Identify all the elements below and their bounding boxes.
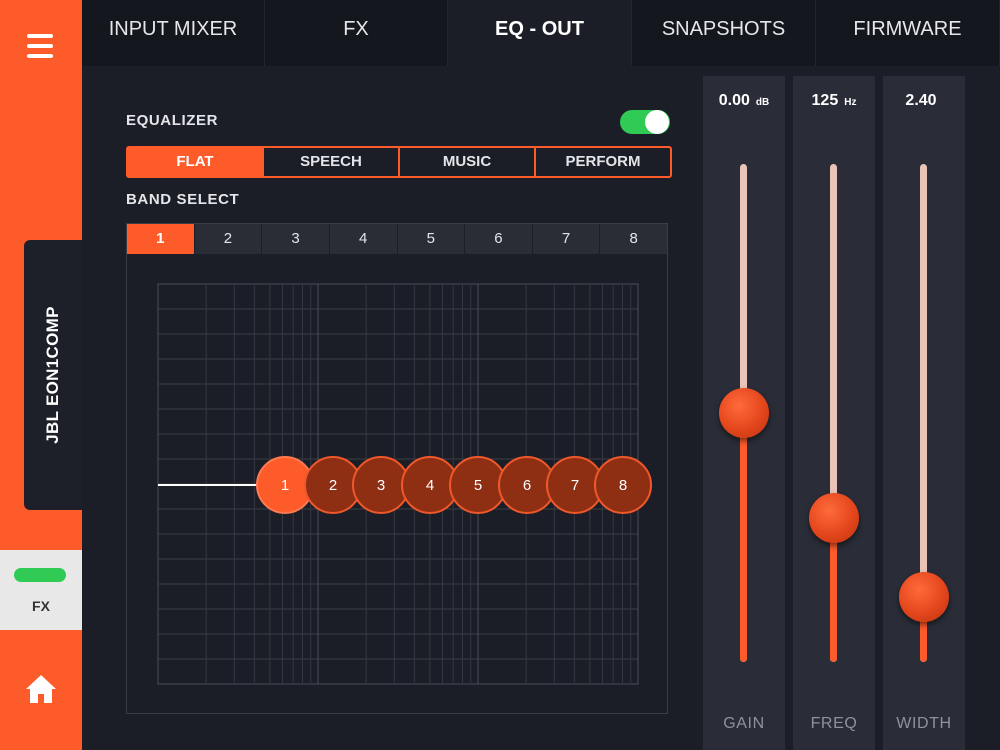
preset-music[interactable]: MUSIC — [398, 148, 534, 176]
tab-firmware[interactable]: FIRMWARE — [816, 0, 1000, 66]
device-tab[interactable]: JBL EON1COMP — [24, 240, 82, 510]
tab-eq-out[interactable]: EQ - OUT — [448, 0, 632, 66]
width-label: WIDTH — [896, 715, 952, 732]
band-button-3[interactable]: 3 — [261, 224, 329, 254]
freq-unit: Hz — [844, 97, 857, 108]
gain-value: 0.00 — [718, 92, 750, 109]
band-select-title: BAND SELECT — [126, 191, 240, 208]
tab-snapshots[interactable]: SNAPSHOTS — [632, 0, 816, 66]
band-button-6[interactable]: 6 — [464, 224, 532, 254]
gain-slider-panel: 0.00 dB GAIN — [703, 76, 785, 750]
width-slider-panel: 2.40 WIDTH — [883, 76, 965, 750]
band-button-1[interactable]: 1 — [127, 224, 194, 254]
eq-response-graph[interactable]: 1 2 3 4 5 6 7 8 — [127, 254, 667, 713]
width-slider-knob[interactable] — [899, 572, 949, 623]
fx-toggle-button[interactable]: FX — [0, 550, 82, 630]
hamburger-icon[interactable] — [22, 28, 58, 64]
eq-node-label: 2 — [329, 477, 337, 494]
preset-perform[interactable]: PERFORM — [534, 148, 670, 176]
eq-graph-panel: 1 2 3 4 5 6 7 8 1 2 3 4 5 6 7 8 — [126, 223, 668, 714]
width-value: 2.40 — [905, 92, 937, 109]
top-tab-bar: INPUT MIXER FX EQ - OUT SNAPSHOTS FIRMWA… — [82, 0, 1000, 66]
gain-unit: dB — [755, 97, 770, 108]
gain-label: GAIN — [723, 715, 765, 732]
eq-node-label: 7 — [571, 477, 579, 494]
gain-slider-knob[interactable] — [719, 388, 769, 438]
eq-node-label: 8 — [619, 477, 627, 494]
freq-value-readout: 125 Hz — [793, 92, 875, 110]
device-name: JBL EON1COMP — [43, 306, 62, 444]
eq-node-label: 3 — [377, 477, 385, 494]
preset-speech[interactable]: SPEECH — [262, 148, 398, 176]
gain-slider-fill — [740, 413, 747, 662]
band-button-7[interactable]: 7 — [531, 224, 600, 254]
band-button-2[interactable]: 2 — [193, 224, 262, 254]
freq-slider-knob[interactable] — [809, 492, 859, 543]
freq-slider-track[interactable] — [830, 164, 837, 662]
preset-flat[interactable]: FLAT — [128, 148, 262, 176]
fx-button-label: FX — [32, 598, 50, 614]
band-button-4[interactable]: 4 — [328, 224, 397, 254]
sidebar: JBL EON1COMP FX — [0, 0, 82, 750]
eq-node-label: 6 — [523, 477, 531, 494]
fx-status-led — [14, 568, 66, 582]
band-button-8[interactable]: 8 — [599, 224, 667, 254]
gain-value-readout: 0.00 dB — [703, 92, 785, 110]
eq-node-8[interactable]: 8 — [594, 456, 652, 514]
tab-input-mixer[interactable]: INPUT MIXER — [82, 0, 265, 66]
equalizer-title: EQUALIZER — [126, 112, 219, 129]
freq-value: 125 — [811, 92, 839, 109]
eq-node-label: 5 — [474, 477, 482, 494]
freq-label: FREQ — [810, 715, 858, 732]
width-value-readout: 2.40 — [883, 92, 965, 110]
tab-fx[interactable]: FX — [265, 0, 448, 66]
eq-node-5[interactable]: 5 — [449, 456, 507, 514]
eq-node-label: 1 — [281, 477, 289, 494]
freq-slider-panel: 125 Hz FREQ — [793, 76, 875, 750]
equalizer-toggle[interactable] — [620, 110, 670, 134]
band-button-5[interactable]: 5 — [396, 224, 465, 254]
home-icon[interactable] — [22, 670, 60, 708]
eq-node-label: 4 — [426, 477, 434, 494]
preset-selector: FLAT SPEECH MUSIC PERFORM — [126, 146, 672, 178]
toggle-knob — [645, 110, 669, 134]
eq-node-3[interactable]: 3 — [352, 456, 410, 514]
band-selector: 1 2 3 4 5 6 7 8 — [127, 224, 667, 254]
